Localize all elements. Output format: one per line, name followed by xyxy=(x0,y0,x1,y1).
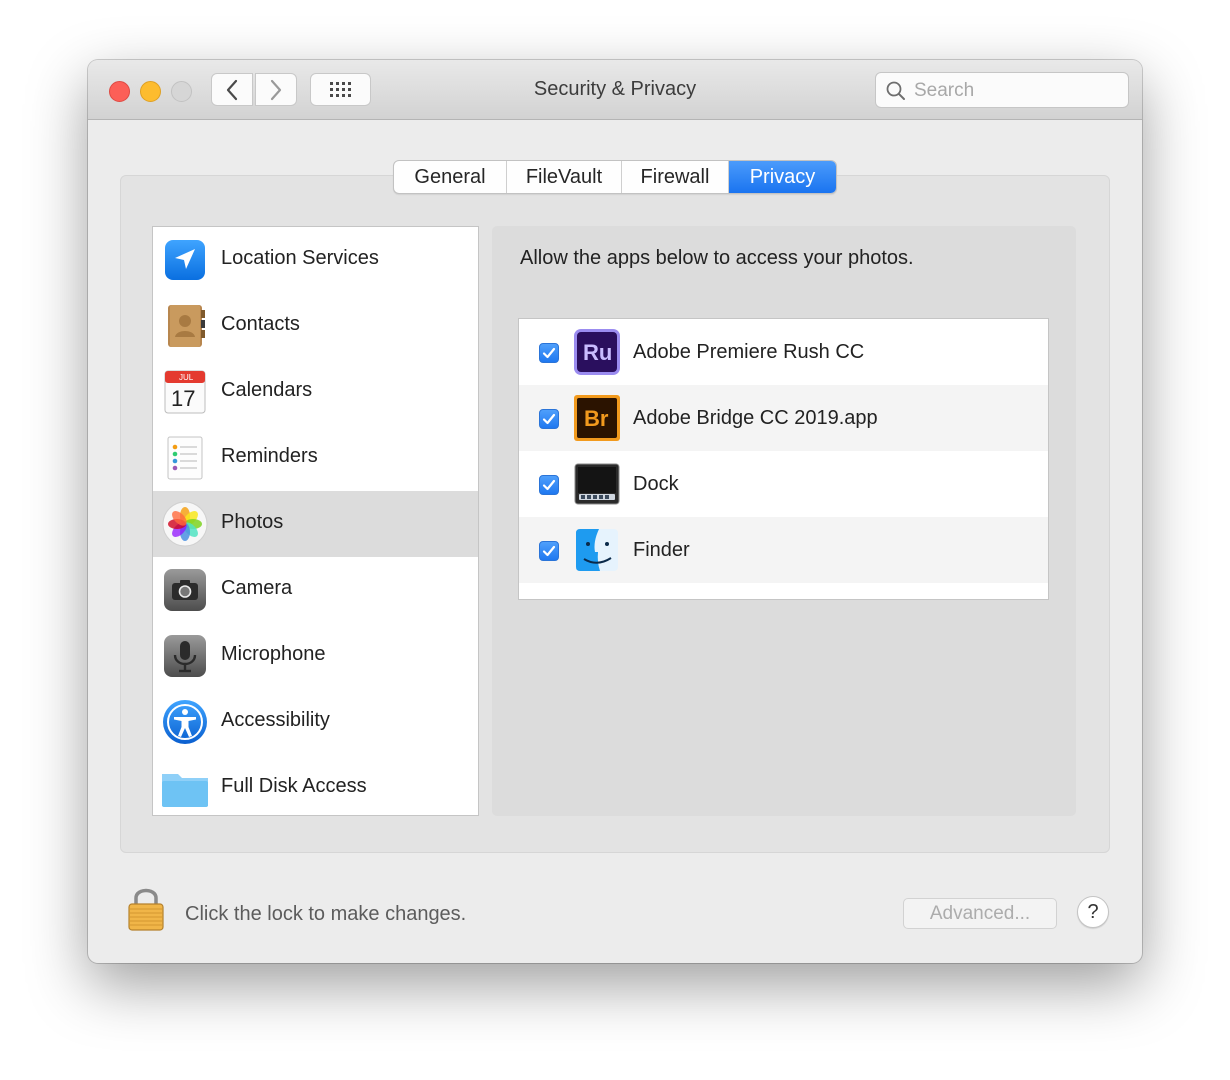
sidebar-item-label: Camera xyxy=(221,577,293,599)
pane-description: Allow the apps below to access your phot… xyxy=(520,247,914,269)
sidebar-item-full-disk-access[interactable]: Full Disk Access xyxy=(153,755,478,815)
lock-icon[interactable] xyxy=(126,885,166,931)
calendar-icon: JUL 17 xyxy=(164,370,206,414)
finder-icon xyxy=(576,529,618,571)
tab-general[interactable]: General xyxy=(394,161,507,193)
location-arrow-icon xyxy=(165,240,205,280)
sidebar-item-camera[interactable]: Camera xyxy=(153,557,478,623)
sidebar-item-label: Location Services xyxy=(221,247,379,269)
advanced-button[interactable]: Advanced... xyxy=(903,898,1057,929)
sidebar-item-label: Microphone xyxy=(221,643,326,665)
sidebar-item-microphone[interactable]: Microphone xyxy=(153,623,478,689)
photos-flower-icon xyxy=(162,501,208,547)
sidebar-item-label: Contacts xyxy=(221,313,300,335)
sidebar-item-label: Calendars xyxy=(221,379,313,401)
system-preferences-window: Security & Privacy General FileVault Fir… xyxy=(88,60,1142,963)
sidebar-item-calendars[interactable]: JUL 17 Calendars xyxy=(153,359,478,425)
sidebar-item-label: Reminders xyxy=(221,445,318,467)
lock-status-text: Click the lock to make changes. xyxy=(185,903,467,925)
privacy-category-list: Location Services Contacts JUL 17 Calend… xyxy=(152,226,479,816)
app-row-finder[interactable]: Finder xyxy=(519,517,1048,583)
sidebar-item-photos[interactable]: Photos xyxy=(153,491,478,557)
search-input[interactable] xyxy=(912,77,1121,105)
app-checkbox[interactable] xyxy=(539,475,559,495)
tab-bar: General FileVault Firewall Privacy xyxy=(393,160,837,194)
app-row-bridge[interactable]: Br Adobe Bridge CC 2019.app xyxy=(519,385,1048,451)
app-permission-list: Ru Adobe Premiere Rush CC Br Adobe Bridg… xyxy=(518,318,1049,600)
bridge-icon-text: Br xyxy=(584,406,609,431)
microphone-icon xyxy=(164,635,206,677)
sidebar-item-contacts[interactable]: Contacts xyxy=(153,293,478,359)
folder-icon xyxy=(162,774,208,807)
app-name: Adobe Premiere Rush CC xyxy=(633,341,865,363)
title-bar: Security & Privacy xyxy=(88,60,1142,120)
premiere-rush-icon-text: Ru xyxy=(583,340,612,365)
sidebar-item-location-services[interactable]: Location Services xyxy=(153,227,478,293)
help-button[interactable]: ? xyxy=(1077,896,1109,928)
app-name: Finder xyxy=(633,539,690,561)
checkmark-icon xyxy=(542,347,556,359)
sidebar-item-reminders[interactable]: Reminders xyxy=(153,425,478,491)
sidebar-item-label: Photos xyxy=(221,511,284,533)
calendar-month: JUL xyxy=(179,373,194,382)
app-row-premiere-rush[interactable]: Ru Adobe Premiere Rush CC xyxy=(519,319,1048,385)
tab-firewall[interactable]: Firewall xyxy=(622,161,729,193)
contacts-book-icon xyxy=(168,305,205,347)
app-name: Dock xyxy=(633,473,679,495)
app-name: Adobe Bridge CC 2019.app xyxy=(633,407,878,429)
tab-filevault[interactable]: FileVault xyxy=(507,161,622,193)
bridge-icon: Br xyxy=(574,395,620,441)
search-field[interactable] xyxy=(875,72,1129,108)
camera-icon xyxy=(164,569,206,611)
sidebar-item-label: Accessibility xyxy=(221,709,330,731)
dock-icon xyxy=(574,463,620,505)
search-icon xyxy=(886,81,905,100)
app-checkbox[interactable] xyxy=(539,541,559,561)
app-checkbox[interactable] xyxy=(539,343,559,363)
app-row-dock[interactable]: Dock xyxy=(519,451,1048,517)
tab-privacy[interactable]: Privacy xyxy=(729,161,836,193)
checkmark-icon xyxy=(542,545,556,557)
permissions-pane: Allow the apps below to access your phot… xyxy=(492,226,1076,816)
reminders-list-icon xyxy=(167,436,203,480)
checkmark-icon xyxy=(542,413,556,425)
app-checkbox[interactable] xyxy=(539,409,559,429)
sidebar-item-accessibility[interactable]: Accessibility xyxy=(153,689,478,755)
premiere-rush-icon: Ru xyxy=(574,329,620,375)
sidebar-item-label: Full Disk Access xyxy=(221,775,367,797)
accessibility-icon xyxy=(163,700,207,744)
calendar-day: 17 xyxy=(171,386,195,411)
checkmark-icon xyxy=(542,479,556,491)
